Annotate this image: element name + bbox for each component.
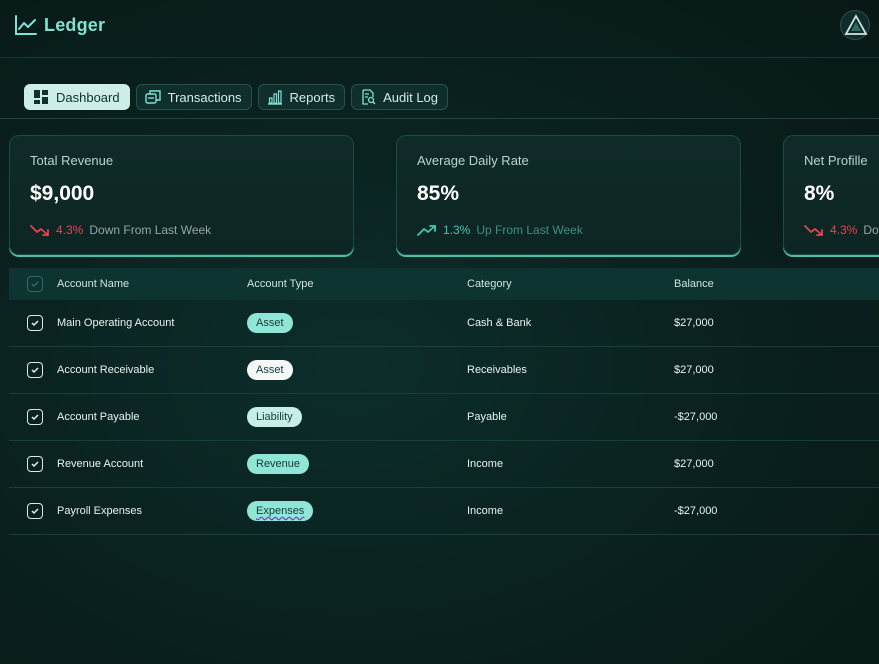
card-value: 8% (804, 182, 835, 205)
tab-transactions[interactable]: Transactions (135, 84, 252, 110)
app-name: Ledger (44, 14, 106, 35)
row-checkbox[interactable] (27, 503, 43, 519)
divider (0, 118, 879, 119)
category: Income (467, 458, 504, 470)
tab-label: Audit Log (383, 89, 439, 105)
row-checkbox-cell (9, 315, 57, 331)
tab-label: Reports (289, 89, 336, 105)
balance: $27,000 (674, 364, 714, 376)
card-value: 85% (417, 182, 460, 205)
account-name: Revenue Account (57, 458, 144, 470)
check-icon (31, 508, 39, 515)
card-change: 4.3% Down From Last Week (804, 223, 879, 237)
select-all-checkbox[interactable] (27, 276, 43, 292)
card-change-percent: 1.3% (443, 223, 471, 237)
type-badge: Liability (247, 407, 302, 427)
table-row[interactable]: Payroll Expenses Expenses Income -$27,00… (9, 488, 879, 535)
card-change-text: Up From Last Week (476, 223, 583, 237)
row-checkbox[interactable] (27, 315, 43, 331)
transactions-icon (144, 90, 161, 104)
account-name: Main Operating Account (57, 317, 175, 329)
trend-down-icon (30, 225, 49, 236)
balance: -$27,000 (674, 505, 718, 517)
top-bar: Ledger (0, 0, 879, 58)
row-checkbox-cell (9, 362, 57, 378)
tab-reports[interactable]: Reports (257, 84, 346, 110)
category: Receivables (467, 364, 527, 376)
account-type-cell: Asset (247, 360, 467, 380)
column-header[interactable]: Account Name (57, 278, 247, 290)
check-icon (31, 281, 39, 288)
table-header: Account Name Account Type Category Balan… (9, 268, 879, 300)
row-checkbox-cell (9, 503, 57, 519)
category: Income (467, 505, 504, 517)
accounts-table: Account Name Account Type Category Balan… (9, 268, 879, 535)
column-header[interactable]: Account Type (247, 278, 467, 290)
tab-label: Dashboard (56, 89, 120, 105)
stat-card-net-profit: Net Profille 8% 4.3% Down From Last Week (783, 135, 879, 255)
tab-dashboard[interactable]: Dashboard (24, 84, 130, 110)
category: Payable (467, 411, 507, 423)
check-icon (31, 320, 39, 327)
type-badge: Expenses (247, 501, 314, 521)
nav-tabs: Dashboard Transactions Reports Audit Log (24, 84, 449, 110)
card-change-percent: 4.3% (830, 223, 858, 237)
check-icon (31, 414, 39, 421)
row-checkbox-cell (9, 409, 57, 425)
row-checkbox[interactable] (27, 456, 43, 472)
balance: -$27,000 (674, 411, 718, 423)
account-name: Account Receivable (57, 364, 155, 376)
table-row[interactable]: Main Operating Account Asset Cash & Bank… (9, 300, 879, 347)
trend-line-icon (15, 15, 37, 35)
account-type-cell: Expenses (247, 501, 467, 521)
type-badge: Revenue (247, 454, 310, 474)
avatar[interactable] (840, 10, 870, 40)
balance: $27,000 (674, 317, 714, 329)
card-value: $9,000 (30, 182, 95, 205)
check-icon (31, 367, 39, 374)
tab-label: Transactions (167, 89, 242, 105)
card-change-percent: 4.3% (56, 223, 84, 237)
grid-icon (34, 90, 48, 104)
stat-card-average-daily-rate: Average Daily Rate 85% 1.3% Up From Last… (396, 135, 741, 255)
row-checkbox[interactable] (27, 409, 43, 425)
header-checkbox-cell (9, 276, 57, 292)
card-label: Net Profille (804, 153, 868, 168)
column-header[interactable]: Category (467, 278, 674, 290)
balance: $27,000 (674, 458, 714, 470)
user-avatar-icon (844, 14, 868, 35)
card-label: Total Revenue (30, 153, 114, 168)
account-name: Account Payable (57, 411, 140, 423)
table-row[interactable]: Revenue Account Revenue Income $27,000 (9, 441, 879, 488)
table-row[interactable]: Account Receivable Asset Receivables $27… (9, 347, 879, 394)
card-label: Average Daily Rate (417, 153, 529, 168)
type-badge: Asset (247, 360, 293, 380)
card-change: 4.3% Down From Last Week (30, 223, 211, 237)
stat-card-total-revenue: Total Revenue $9,000 4.3% Down From Last… (9, 135, 354, 255)
column-header[interactable]: Balance (674, 278, 854, 290)
tab-audit-log[interactable]: Audit Log (351, 84, 449, 110)
category: Cash & Bank (467, 317, 532, 329)
account-name: Payroll Expenses (57, 505, 142, 517)
row-checkbox-cell (9, 456, 57, 472)
bar-chart-icon (267, 90, 282, 105)
brand[interactable]: Ledger (14, 14, 105, 36)
card-change-text: Down From Last Week (89, 223, 212, 237)
account-type-cell: Revenue (247, 454, 467, 474)
trend-up-icon (417, 225, 436, 236)
table-row[interactable]: Account Payable Liability Payable -$27,0… (9, 394, 879, 441)
row-checkbox[interactable] (27, 362, 43, 378)
account-type-cell: Liability (247, 407, 467, 427)
card-change: 1.3% Up From Last Week (417, 223, 583, 237)
card-change-text: Down From Last Week (863, 223, 879, 237)
account-type-cell: Asset (247, 313, 467, 333)
document-search-icon (362, 89, 376, 105)
type-badge: Asset (247, 313, 293, 333)
trend-down-icon (804, 225, 823, 236)
check-icon (31, 461, 39, 468)
